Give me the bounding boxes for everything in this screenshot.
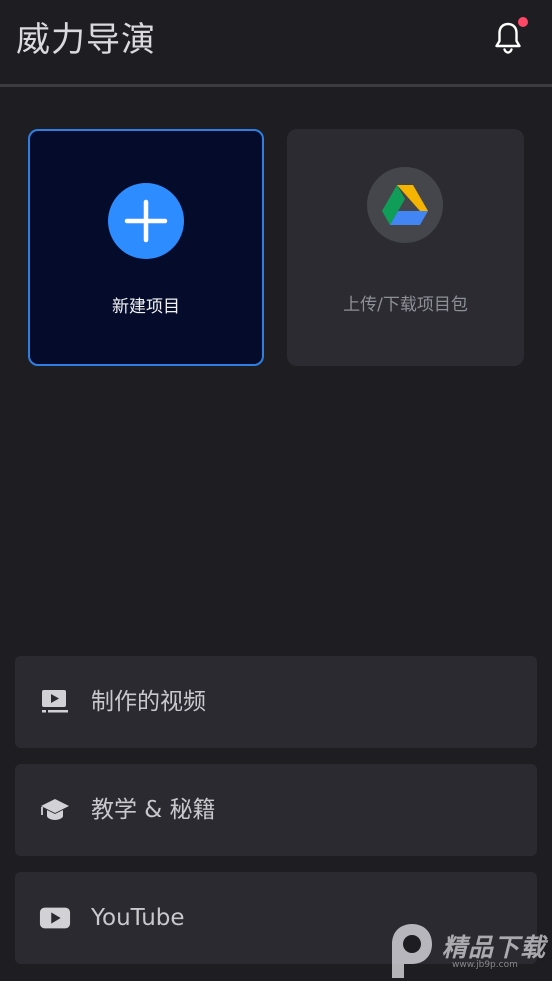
- list-item-label: 教学 & 秘籍: [91, 797, 216, 823]
- watermark-url: www.jb9p.com: [452, 960, 518, 970]
- watermark-text: 精品下载: [442, 933, 547, 962]
- list-item-label: YouTube: [91, 905, 185, 931]
- list-item-tutorials[interactable]: 教学 & 秘籍: [15, 764, 537, 856]
- youtube-icon: [39, 903, 71, 933]
- graduation-cap-icon: [39, 795, 71, 825]
- plus-icon: [108, 183, 184, 259]
- upload-download-card[interactable]: 上传/下载项目包: [287, 129, 524, 366]
- notification-badge: [518, 17, 528, 27]
- video-library-icon: [39, 687, 71, 717]
- app-title: 威力导演: [16, 20, 156, 60]
- upload-download-label: 上传/下载项目包: [343, 295, 468, 315]
- header-divider: [0, 84, 552, 87]
- list-item-my-videos[interactable]: 制作的视频: [15, 656, 537, 748]
- bell-icon: [495, 22, 521, 54]
- watermark: 精品下载 www.jb9p.com: [386, 920, 552, 981]
- list-item-label: 制作的视频: [91, 689, 206, 715]
- new-project-card[interactable]: 新建项目: [28, 129, 264, 366]
- google-drive-icon: [367, 167, 443, 243]
- watermark-logo-icon: [392, 924, 432, 978]
- new-project-label: 新建项目: [112, 297, 180, 317]
